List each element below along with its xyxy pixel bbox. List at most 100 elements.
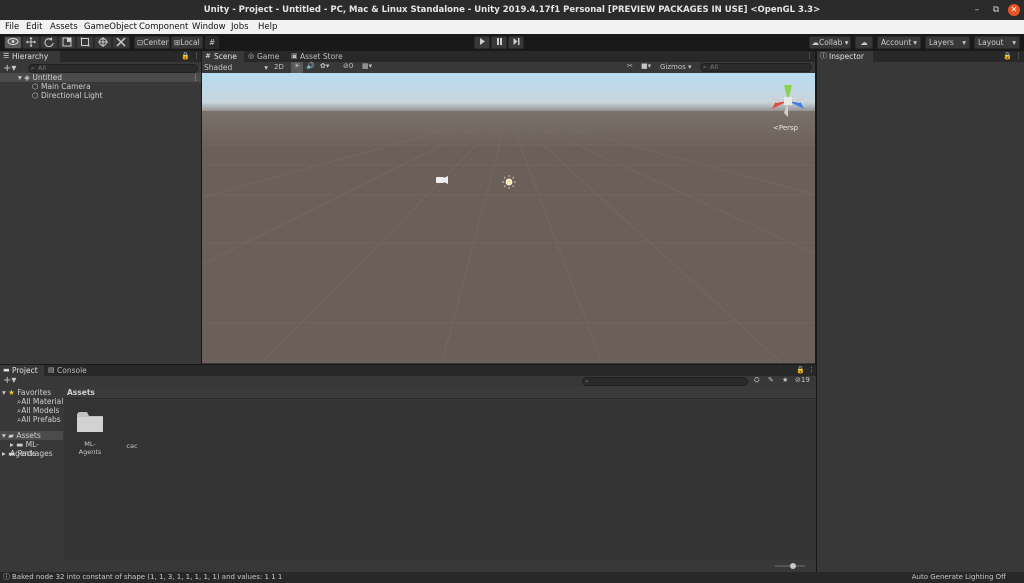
tab-inspector[interactable]: ⓘ Inspector <box>817 51 873 62</box>
collab-dropdown[interactable]: ☁Collab ▾ <box>809 36 851 49</box>
scene-toolbar: Shaded ▾ 2D ☀ 🔊 ✿▾ ⊘0 ▦▾ ✂ ■▾ Gizmos ▾ ⌕ A… <box>202 62 815 73</box>
asset-item-ml-agents[interactable]: ML-Agents <box>74 410 106 456</box>
menu-window[interactable]: Window <box>192 22 226 32</box>
star-icon: ★ <box>8 388 15 397</box>
favorite-item-all-prefabs[interactable]: ⌕All Prefabs <box>17 415 61 424</box>
assets-folder-row[interactable]: ▾ ▰ Assets <box>0 431 63 440</box>
search-icon: ⌕ <box>31 64 35 72</box>
collab-label: Collab ▾ <box>819 38 849 47</box>
label-tag-icon: ✎ <box>768 376 774 384</box>
layout-label: Layout <box>978 38 1004 47</box>
asset-item-cac[interactable]: cac <box>120 442 144 450</box>
close-button[interactable]: ✕ <box>1008 4 1020 16</box>
kebab-menu-icon[interactable]: ⋮ <box>806 51 813 62</box>
menu-help[interactable]: Help <box>258 22 277 32</box>
chevron-down-icon: ▾ <box>1012 38 1016 47</box>
scale-tool-button[interactable] <box>58 36 76 49</box>
rotate-tool-button[interactable] <box>40 36 58 49</box>
scene-tools-button[interactable]: ✂ <box>627 62 633 70</box>
create-plus-button[interactable]: +▾ <box>3 375 16 386</box>
lock-icon[interactable]: 🔒 <box>181 51 190 62</box>
favorite-item-all-models[interactable]: ⌕All Models <box>17 406 59 415</box>
kebab-menu-icon[interactable]: ⋮ <box>808 365 815 376</box>
pivot-center-toggle[interactable]: ⊡Center <box>134 36 170 49</box>
hidden-packages-toggle[interactable]: ⊘19 <box>795 376 810 384</box>
info-icon: ⓘ <box>820 52 827 60</box>
speaker-icon: 🔊 <box>306 62 315 70</box>
menu-assets[interactable]: Assets <box>50 22 78 32</box>
minimize-button[interactable]: – <box>971 4 983 16</box>
rect-tool-button[interactable] <box>76 36 94 49</box>
space-local-toggle[interactable]: ⊞Local <box>171 36 203 49</box>
kebab-menu-icon[interactable]: ⋮ <box>1015 51 1022 62</box>
cloud-services-button[interactable]: ☁ <box>855 36 873 49</box>
asset-grid-footer <box>64 560 816 572</box>
audio-toggle[interactable]: 🔊 <box>306 62 315 70</box>
scene-viewport[interactable]: <Persp <box>202 73 815 363</box>
layers-dropdown[interactable]: Layers ▾ <box>925 36 970 49</box>
chevron-down-icon: ▾ <box>264 63 268 72</box>
scene-canvas[interactable] <box>202 73 815 363</box>
favorite-button[interactable]: ★ <box>782 376 788 384</box>
tab-console[interactable]: ▤ Console <box>45 365 91 376</box>
lighting-status[interactable]: Auto Generate Lighting Off <box>912 572 1006 583</box>
gizmos-label: Gizmos <box>660 63 686 71</box>
packages-folder-row[interactable]: ▸ ▬ Packages <box>2 449 53 458</box>
folder-row-ml-agents[interactable]: ▸ ▬ ML-Agents <box>10 440 63 458</box>
account-dropdown[interactable]: Account ▾ <box>877 36 921 49</box>
lock-icon[interactable]: 🔒 <box>796 365 805 376</box>
expand-arrow-icon: ▾ <box>18 73 22 82</box>
gizmos-dropdown[interactable]: Gizmos ▾ <box>660 63 692 71</box>
hierarchy-search-input[interactable]: ⌕ All <box>28 64 198 73</box>
projection-toggle[interactable]: <Persp <box>773 124 798 132</box>
favorites-row[interactable]: ▾ ★ Favorites <box>2 388 51 397</box>
kebab-menu-icon[interactable]: ⋮ <box>193 51 200 62</box>
status-bar: ⓘ Baked node 32 into constant of shape (… <box>0 572 1024 583</box>
move-tool-button[interactable] <box>22 36 40 49</box>
expand-arrow-icon: ▾ <box>2 431 6 440</box>
custom-tool-button[interactable] <box>112 36 130 49</box>
menu-gameobject[interactable]: GameObject <box>84 22 137 32</box>
favorite-item-all-materials[interactable]: ⌕All Materials <box>17 397 63 406</box>
project-search-input[interactable]: ⌕ <box>582 377 748 386</box>
main-toolbar: ⊡Center ⊞Local # ☁Collab ▾ ☁ Account ▾ La… <box>0 34 1024 51</box>
menu-edit[interactable]: Edit <box>26 22 42 32</box>
transform-tool-button[interactable] <box>94 36 112 49</box>
menu-jobs[interactable]: Jobs <box>231 22 249 32</box>
menu-component[interactable]: Component <box>139 22 188 32</box>
scene-search-input[interactable]: ⌕ All <box>700 63 812 72</box>
camera-dropdown[interactable]: ■▾ <box>641 62 651 70</box>
snap-grid-button[interactable]: # <box>205 36 219 49</box>
pause-button[interactable] <box>491 36 507 49</box>
account-label: Account <box>881 38 912 47</box>
scene-root-row[interactable]: ▾ ◈ Untitled ⋮ <box>0 73 201 82</box>
camera-gizmo-icon[interactable] <box>436 176 448 184</box>
play-button[interactable] <box>474 36 490 49</box>
filter-by-label-button[interactable]: ✎ <box>768 376 774 384</box>
kebab-menu-icon[interactable]: ⋮ <box>192 73 200 82</box>
lighting-toggle[interactable]: ☀ <box>291 62 303 73</box>
tab-asset-store[interactable]: ▣ Asset Store <box>288 51 348 62</box>
shading-mode-dropdown[interactable]: Shaded ▾ <box>204 63 270 72</box>
status-message[interactable]: Baked node 32 into constant of shape (1,… <box>12 572 282 583</box>
grid-toggle[interactable]: ▦▾ <box>362 62 372 70</box>
mode-2d-toggle[interactable]: 2D <box>274 63 284 71</box>
menu-bar: File Edit Assets GameObject Component Wi… <box>0 20 1024 34</box>
tab-game[interactable]: ◎ Game <box>245 51 287 62</box>
maximize-button[interactable]: ⧉ <box>990 4 1002 16</box>
tab-scene[interactable]: # Scene <box>202 51 244 62</box>
assets-breadcrumb[interactable]: Assets <box>64 387 816 399</box>
filter-by-type-button[interactable]: ⛭ <box>754 376 760 385</box>
hidden-objects-toggle[interactable]: ⊘0 <box>343 62 353 70</box>
lock-icon[interactable]: 🔒 <box>1003 51 1012 62</box>
view-tool-button[interactable] <box>4 36 22 49</box>
folder-icon: ▬ <box>8 449 16 458</box>
layout-dropdown[interactable]: Layout ▾ <box>974 36 1020 49</box>
hierarchy-item-directional-light[interactable]: ⬡ Directional Light <box>32 91 103 100</box>
effects-dropdown[interactable]: ✿▾ <box>320 62 329 70</box>
hierarchy-item-main-camera[interactable]: ⬡ Main Camera <box>32 82 91 91</box>
tab-hierarchy[interactable]: ☰ Hierarchy <box>0 51 60 62</box>
menu-file[interactable]: File <box>5 22 19 32</box>
step-button[interactable] <box>508 36 524 49</box>
icon-size-slider-handle[interactable] <box>790 563 796 569</box>
